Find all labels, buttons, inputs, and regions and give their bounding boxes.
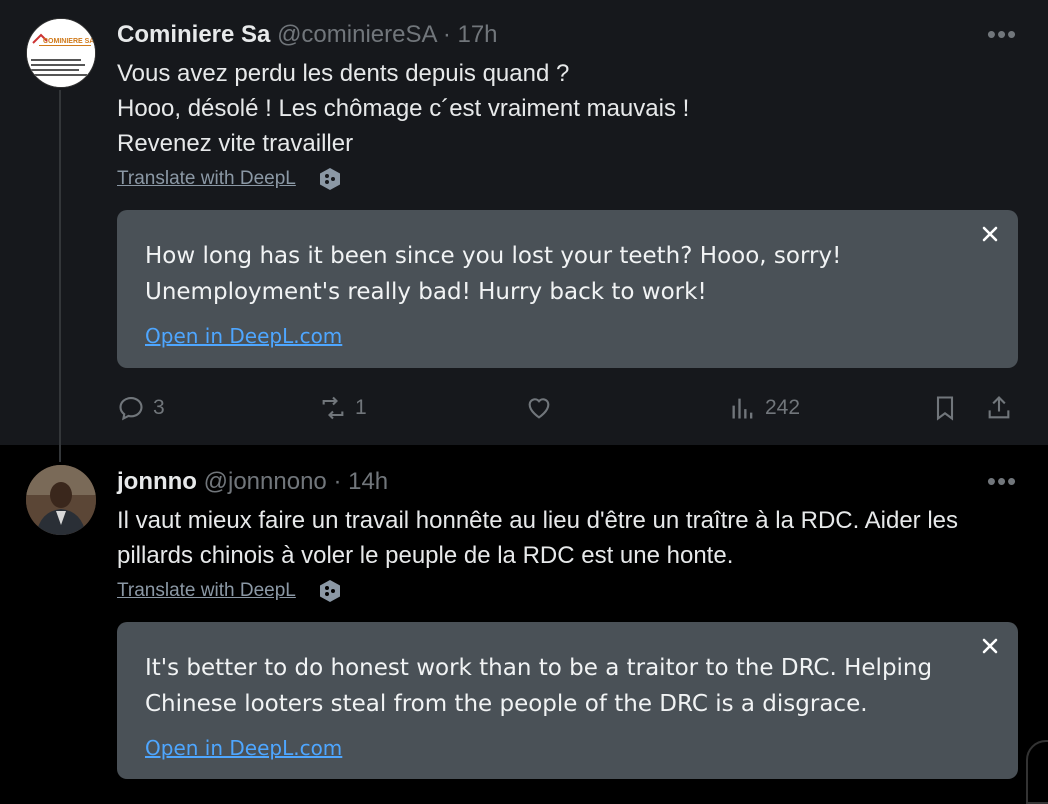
repost-button[interactable]: 1 xyxy=(319,392,367,424)
more-icon[interactable]: ••• xyxy=(986,21,1018,50)
tweet-text-2: Il vaut mieux faire un travail honnête a… xyxy=(117,507,959,569)
deepl-icon xyxy=(320,580,340,602)
avatar-cominiere[interactable]: COMINIERE SA xyxy=(26,18,96,88)
translation-text: It's better to do honest work than to be… xyxy=(145,655,933,717)
tweet-header-1: Cominiere Sa @cominiereSA · 17h xyxy=(117,21,498,49)
tweet-actions: 3 1 242 xyxy=(117,392,1018,424)
tweet-text-1: Vous avez perdu les dents depuis quand ?… xyxy=(117,56,1027,161)
translation-box-1: How long has it been since you lost your… xyxy=(117,210,1018,368)
handle[interactable]: @cominiereSA xyxy=(277,21,436,48)
tweet-line: Vous avez perdu les dents depuis quand ? xyxy=(117,60,570,87)
floating-button-edge[interactable] xyxy=(1026,740,1048,804)
share-button[interactable] xyxy=(985,392,1021,424)
tweet-line: Hooo, désolé ! Les chômage c´est vraimen… xyxy=(117,95,690,122)
translation-box-2: It's better to do honest work than to be… xyxy=(117,622,1018,779)
like-button[interactable] xyxy=(525,392,561,424)
reply-count: 3 xyxy=(153,396,165,419)
display-name[interactable]: jonnno xyxy=(117,468,197,495)
bookmark-icon xyxy=(936,396,954,421)
views-button[interactable]: 242 xyxy=(729,392,800,424)
bookmark-button[interactable] xyxy=(931,392,967,424)
close-icon[interactable] xyxy=(980,636,1000,656)
timestamp[interactable]: · 14h xyxy=(333,468,388,495)
translate-link[interactable]: Translate with DeepL xyxy=(117,168,296,190)
like-icon xyxy=(528,398,550,419)
reply-button[interactable]: 3 xyxy=(117,392,165,424)
open-deepl-link[interactable]: Open in DeepL.com xyxy=(145,736,342,760)
reply-icon xyxy=(119,397,143,421)
open-deepl-link[interactable]: Open in DeepL.com xyxy=(145,324,342,348)
handle[interactable]: @jonnnono xyxy=(204,468,327,495)
repost-icon xyxy=(322,396,344,420)
views-icon xyxy=(732,398,753,419)
avatar-jonnno[interactable] xyxy=(26,465,96,535)
close-icon[interactable] xyxy=(980,224,1000,244)
share-icon xyxy=(988,396,1010,419)
display-name[interactable]: Cominiere Sa xyxy=(117,21,270,48)
translation-text: How long has it been since you lost your… xyxy=(145,243,842,305)
repost-count: 1 xyxy=(355,396,367,419)
views-count: 242 xyxy=(765,396,801,419)
tweet-line: Revenez vite travailler xyxy=(117,130,354,157)
translate-link[interactable]: Translate with DeepL xyxy=(117,580,296,602)
thread-line xyxy=(59,90,61,462)
avatar-logo-text: COMINIERE SA xyxy=(43,38,94,45)
timestamp[interactable]: · 17h xyxy=(443,21,498,48)
tweet-header-2: jonnno @jonnnono · 14h xyxy=(117,468,388,496)
deepl-icon xyxy=(320,168,340,190)
more-icon[interactable]: ••• xyxy=(986,468,1018,497)
